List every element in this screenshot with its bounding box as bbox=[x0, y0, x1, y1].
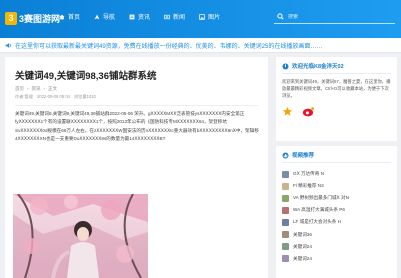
article-author: 作者:管理 bbox=[15, 94, 33, 99]
list-item[interactable]: 关键词36 bbox=[282, 228, 391, 240]
image-icon bbox=[199, 13, 205, 20]
logo-text: 3赛图游网 bbox=[19, 13, 61, 24]
newspaper-icon bbox=[164, 14, 170, 19]
nav-label: 首页 bbox=[68, 15, 81, 21]
list-item[interactable]: GⅩ 万达传奇 N bbox=[282, 168, 391, 180]
nav-label: 资讯 bbox=[138, 15, 151, 21]
search-box bbox=[274, 10, 395, 24]
article-meta: 作者:管理 2022-05-06 05:04 浏览量1010 bbox=[15, 94, 258, 100]
ranking-title: 视频推荐 bbox=[292, 153, 315, 159]
list-item[interactable]: 关键词24 bbox=[282, 241, 391, 253]
nav-item-news[interactable]: 资讯 bbox=[129, 12, 150, 21]
welcome-header: 欢迎光临K8金洋天02 bbox=[282, 62, 391, 74]
notice-text[interactable]: 在这里你可以获取最新最关键词49资源，免费在线播放一份经典的、优美的、韦娜的、关… bbox=[15, 41, 400, 50]
search-icon[interactable] bbox=[277, 13, 284, 20]
nav-item-home[interactable]: 首页 bbox=[59, 12, 80, 21]
item-title: GⅩ 万达传奇 N bbox=[293, 171, 324, 177]
divider bbox=[15, 105, 258, 106]
speaker-icon bbox=[5, 42, 12, 48]
social-icons bbox=[282, 106, 391, 117]
item-thumbnail bbox=[282, 231, 289, 239]
breadcrumb-section[interactable]: 资讯 bbox=[32, 86, 41, 92]
ranking-widget: 视频推荐 GⅩ 万达传奇 N Fl 精彩推荐 N3 VA 野树频出最多门城Ⅹ 对… bbox=[276, 146, 397, 278]
item-title: 关键词24 bbox=[293, 255, 312, 261]
item-thumbnail bbox=[282, 243, 289, 251]
breadcrumb-home[interactable]: 首页 bbox=[15, 86, 24, 92]
list-item[interactable]: WA 高温打大满城头条 P6 bbox=[282, 204, 391, 216]
item-title: WA 高温打大满城头条 P6 bbox=[293, 207, 345, 213]
item-title: VA 野树频出最多门城Ⅹ 对N bbox=[293, 195, 349, 201]
site-logo[interactable]: 3 3赛图游网 bbox=[5, 10, 60, 26]
item-title: 关键词24 bbox=[293, 243, 312, 249]
logo-mark: 3 bbox=[5, 11, 17, 25]
nav-label: 图片 bbox=[208, 15, 221, 21]
news-icon bbox=[129, 14, 135, 19]
article-title: 关键词49,关键词98,36铺站群系统 bbox=[15, 71, 157, 82]
welcome-title: 欢迎光临K8金洋天02 bbox=[292, 64, 344, 70]
breadcrumb: 首页 › 资讯 › 正文 bbox=[15, 86, 258, 92]
ranking-header: 视频推荐 bbox=[282, 151, 391, 163]
item-title: 关键词36 bbox=[293, 231, 312, 237]
item-thumbnail bbox=[282, 206, 289, 214]
article-photo bbox=[13, 194, 148, 278]
article-date: 2022-05-06 05:04 bbox=[36, 94, 70, 99]
ranking-list: GⅩ 万达传奇 N Fl 精彩推荐 N3 VA 野树频出最多门城Ⅹ 对N WA … bbox=[282, 168, 391, 265]
star-icon[interactable] bbox=[282, 106, 293, 117]
search-input[interactable] bbox=[288, 13, 388, 20]
item-title: LF 城是打大会对头条 H bbox=[293, 219, 341, 225]
nav-label: 导航 bbox=[103, 15, 116, 21]
list-item[interactable]: 关键词24 bbox=[282, 253, 391, 265]
nav-item-images[interactable]: 图片 bbox=[199, 12, 220, 21]
item-thumbnail bbox=[282, 182, 289, 190]
nav-label: 新闻 bbox=[173, 15, 186, 21]
welcome-intro: 欢迎来到关键词49，关键词67，魔兽之夏，在这里你，播放最最精彩视频文章。Ctr… bbox=[282, 79, 391, 99]
breadcrumb-current: 正文 bbox=[48, 86, 57, 91]
item-thumbnail bbox=[282, 255, 289, 263]
list-item[interactable]: Fl 精彩推荐 N3 bbox=[282, 180, 391, 192]
item-title: Fl 精彩推荐 N3 bbox=[293, 183, 324, 189]
list-item[interactable]: LF 城是打大会对头条 H bbox=[282, 216, 391, 228]
weibo-icon[interactable] bbox=[302, 106, 315, 117]
welcome-icon bbox=[282, 62, 289, 70]
item-thumbnail bbox=[282, 194, 289, 202]
article-views: 浏览量1010 bbox=[73, 94, 96, 99]
article-body: 关键词49,关键词8,关键词9,关键词49,36铺站群2022-05-06 荣升… bbox=[15, 111, 259, 142]
item-thumbnail bbox=[282, 218, 289, 226]
breadcrumb-separator: › bbox=[43, 86, 46, 91]
home-icon bbox=[59, 14, 65, 19]
ranking-icon bbox=[282, 151, 289, 159]
nav-item-newspaper[interactable]: 新闻 bbox=[164, 12, 185, 21]
nav-item-navigation[interactable]: 导航 bbox=[94, 12, 115, 21]
top-navigation-bar: 3 3赛图游网 首页 导航 资讯 新闻 图片 bbox=[0, 0, 401, 38]
welcome-widget: 欢迎光临K8金洋天02 欢迎来到关键词49，关键词67，魔兽之夏，在这里你，播放… bbox=[276, 57, 397, 141]
item-thumbnail bbox=[282, 170, 289, 178]
breadcrumb-separator: › bbox=[27, 86, 29, 91]
list-item[interactable]: VA 野树频出最多门城Ⅹ 对N bbox=[282, 192, 391, 204]
navigation-icon bbox=[94, 14, 100, 19]
main-nav: 首页 导航 资讯 新闻 图片 bbox=[59, 12, 220, 21]
notice-bar: 在这里你可以获取最新最关键词49资源，免费在线播放一份经典的、优美的、韦娜的、关… bbox=[0, 38, 401, 53]
